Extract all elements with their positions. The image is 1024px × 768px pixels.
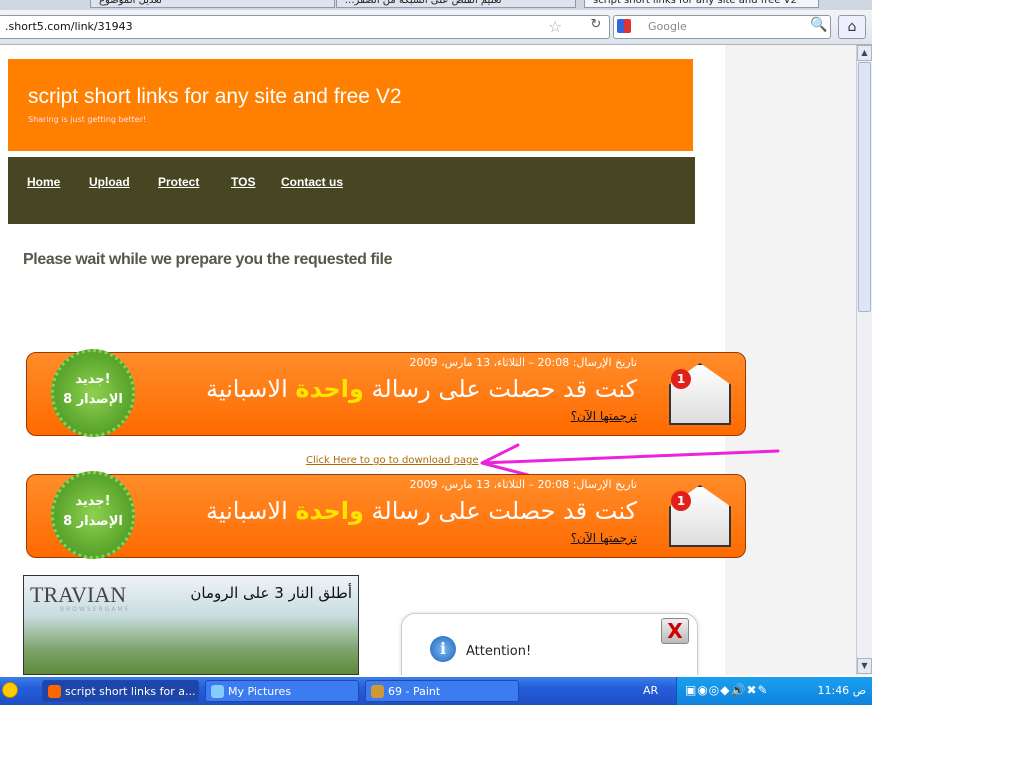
menu-protect[interactable]: Protect: [158, 175, 199, 189]
close-button[interactable]: X: [661, 618, 689, 644]
vertical-scrollbar[interactable]: ▲ ▼: [856, 45, 872, 675]
badge-text-2: الإصدار: [76, 514, 123, 529]
taskbar: script short links for a... My Pictures …: [0, 677, 872, 705]
info-icon: i: [430, 636, 456, 662]
search-input[interactable]: Google: [613, 15, 831, 39]
wait-message: Please wait while we prepare you the req…: [23, 251, 393, 268]
arrow-annotation: [480, 443, 780, 477]
msg-part: كنت قد حصلت على رسالة: [371, 375, 637, 403]
site-header: script short links for any site and free…: [8, 59, 693, 151]
menu-home[interactable]: Home: [27, 175, 60, 189]
tab-2[interactable]: ...تعليم القنص على الشبكة من الصفر: [336, 0, 576, 8]
taskbar-label: 69 - Paint: [388, 685, 441, 698]
system-tray: ▣◉◎◆🔊✖✎ 11:46 ص: [676, 677, 872, 705]
attention-title: Attention!: [466, 644, 532, 659]
travian-text: أطلق النار 3 على الرومان: [190, 584, 352, 602]
banner-message: كنت قد حصلت على رسالة واحدة الاسبانية: [206, 375, 637, 403]
home-button[interactable]: ⌂: [838, 15, 866, 39]
travian-ad[interactable]: TRAVIAN BROWSERGAME أطلق النار 3 على الر…: [23, 575, 359, 675]
scroll-thumb[interactable]: [858, 62, 871, 312]
google-icon[interactable]: [617, 19, 631, 33]
new-version-badge: جديد! 8 الإصدار: [51, 349, 135, 437]
notification-count: 1: [671, 491, 691, 511]
travian-sub: BROWSERGAME: [60, 606, 131, 613]
banner-date: تاريخ الإرسال: 20:08 – الثلاثاء، 13 مارس…: [409, 478, 637, 491]
menu-contact[interactable]: Contact us: [281, 175, 343, 189]
firefox-icon: [48, 685, 61, 698]
folder-icon: [211, 685, 224, 698]
attention-popup: X i Attention!: [401, 613, 698, 675]
notification-count: 1: [671, 369, 691, 389]
language-indicator[interactable]: AR: [643, 684, 658, 697]
taskbar-label: script short links for a...: [65, 685, 196, 698]
banner-message: كنت قد حصلت على رسالة واحدة الاسبانية: [206, 497, 637, 525]
reload-icon[interactable]: ↻: [586, 17, 606, 37]
taskbar-firefox[interactable]: script short links for a...: [42, 680, 199, 702]
tab-active[interactable]: script short links for any site and free…: [584, 0, 819, 8]
msg-part: الاسبانية: [205, 375, 288, 403]
taskbar-paint[interactable]: 69 - Paint: [365, 680, 519, 702]
site-menu: Home Upload Protect TOS Contact us: [8, 157, 695, 224]
msg-part: كنت قد حصلت على رسالة: [371, 497, 637, 525]
badge-num: 8: [63, 392, 73, 407]
ad-banner[interactable]: جديد! 8 الإصدار تاريخ الإرسال: 20:08 – ال…: [26, 471, 746, 559]
search-icon[interactable]: 🔍: [810, 17, 827, 33]
page-viewport: script short links for any site and free…: [0, 45, 856, 675]
banner-date: تاريخ الإرسال: 20:08 – الثلاثاء، 13 مارس…: [409, 356, 637, 369]
taskbar-label: My Pictures: [228, 685, 292, 698]
badge-num: 8: [63, 514, 73, 529]
msg-highlight: واحدة: [295, 497, 364, 525]
tab-strip: تعديل الموضوع ...تعليم القنص على الشبكة …: [0, 0, 872, 10]
taskbar-mypictures[interactable]: My Pictures: [205, 680, 359, 702]
badge-text: جديد!: [75, 372, 111, 387]
badge-text: جديد!: [75, 494, 111, 509]
url-bar[interactable]: .short5.com/link/31943: [0, 15, 610, 39]
messenger-icon[interactable]: [2, 682, 18, 698]
scroll-down-icon[interactable]: ▼: [857, 658, 872, 674]
menu-tos[interactable]: TOS: [231, 175, 255, 189]
clock: 11:46 ص: [817, 684, 866, 697]
msg-part: الاسبانية: [205, 497, 288, 525]
tab-1[interactable]: تعديل الموضوع: [90, 0, 335, 8]
bookmark-star-icon[interactable]: ☆: [548, 17, 562, 36]
translate-link[interactable]: ترجمتها الآن؟: [571, 409, 637, 423]
msg-highlight: واحدة: [295, 375, 364, 403]
menu-upload[interactable]: Upload: [89, 175, 130, 189]
site-tagline: Sharing is just getting better!: [28, 115, 147, 124]
travian-logo: TRAVIAN: [30, 582, 127, 607]
new-version-badge: جديد! 8 الإصدار: [51, 471, 135, 559]
site-title: script short links for any site and free…: [28, 85, 402, 108]
translate-link[interactable]: ترجمتها الآن؟: [571, 531, 637, 545]
tray-icons[interactable]: ▣◉◎◆🔊✖✎: [685, 683, 769, 697]
badge-text-2: الإصدار: [76, 392, 123, 407]
scroll-up-icon[interactable]: ▲: [857, 45, 872, 61]
paint-icon: [371, 685, 384, 698]
ad-banner[interactable]: جديد! 8 الإصدار تاريخ الإرسال: 20:08 – ال…: [26, 349, 746, 437]
download-link[interactable]: Click Here to go to download page: [306, 455, 479, 466]
